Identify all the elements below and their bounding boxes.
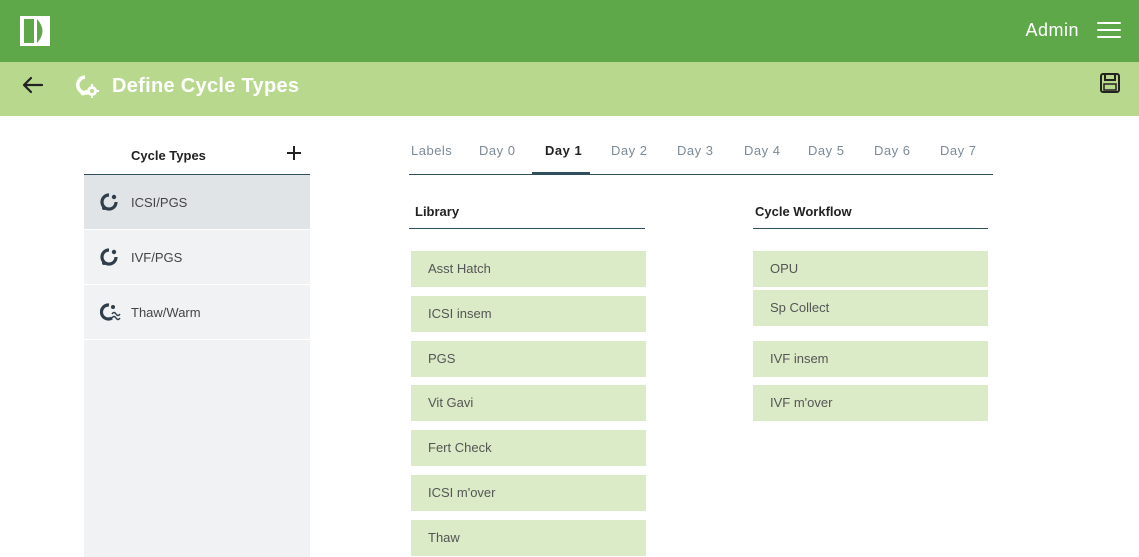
workflow-divider (753, 228, 988, 229)
library-item-label: ICSI m'over (428, 485, 496, 500)
tab-day-0[interactable]: Day 0 (479, 143, 515, 158)
page-title: Define Cycle Types (112, 75, 300, 97)
workflow-item-label: Sp Collect (770, 300, 830, 315)
tab-day-3[interactable]: Day 3 (677, 143, 713, 158)
library-title: Library (415, 204, 460, 219)
workflow-item[interactable]: Sp Collect (753, 290, 988, 326)
sidebar-item-label: IVF/PGS (131, 250, 183, 265)
top-bar (0, 0, 1139, 62)
tab-labels[interactable]: Labels (411, 143, 452, 158)
cycle-icon (100, 248, 118, 266)
cycle-settings-icon (74, 73, 102, 101)
tab-day-5[interactable]: Day 5 (808, 143, 844, 158)
add-cycle-type-icon[interactable] (286, 145, 302, 161)
library-item[interactable]: Asst Hatch (411, 251, 646, 287)
app-logo-icon[interactable] (20, 16, 50, 46)
tab-day-1[interactable]: Day 1 (545, 143, 582, 158)
tab-day-6[interactable]: Day 6 (874, 143, 910, 158)
active-tab-indicator (532, 172, 590, 175)
workflow-title: Cycle Workflow (755, 204, 852, 219)
hamburger-menu-icon[interactable] (1097, 22, 1121, 40)
tabs-divider (409, 174, 993, 175)
sidebar-header (84, 116, 310, 175)
sidebar-item-ivf-pgs[interactable]: IVF/PGS (84, 230, 310, 285)
workflow-item[interactable]: IVF insem (753, 341, 988, 377)
cycle-icon (100, 193, 118, 211)
library-item-label: ICSI insem (428, 306, 492, 321)
cycle-thaw-icon (100, 303, 121, 321)
workflow-item[interactable]: IVF m'over (753, 385, 988, 421)
library-item-label: Fert Check (428, 440, 492, 455)
tab-day-4[interactable]: Day 4 (744, 143, 780, 158)
workflow-item[interactable]: OPU (753, 251, 988, 287)
workflow-item-label: IVF insem (770, 351, 829, 366)
sidebar-item-label: ICSI/PGS (131, 195, 188, 210)
library-divider (409, 228, 645, 229)
sidebar-item-thaw-warm[interactable]: Thaw/Warm (84, 285, 310, 340)
library-item[interactable]: ICSI insem (411, 296, 646, 332)
tab-day-2[interactable]: Day 2 (611, 143, 647, 158)
library-item[interactable]: Thaw (411, 520, 646, 556)
save-icon[interactable] (1099, 72, 1121, 94)
library-item-label: Vit Gavi (428, 395, 474, 410)
sidebar-item-label: Thaw/Warm (131, 305, 201, 320)
back-arrow-icon[interactable] (20, 73, 44, 97)
library-item[interactable]: PGS (411, 341, 646, 377)
sidebar-item-icsi-pgs[interactable]: ICSI/PGS (84, 175, 310, 230)
library-item-label: Thaw (428, 530, 460, 545)
workflow-item-label: OPU (770, 261, 799, 276)
library-item-label: Asst Hatch (428, 261, 491, 276)
user-name[interactable]: Admin (1025, 20, 1079, 41)
library-item[interactable]: Fert Check (411, 430, 646, 466)
sidebar-title: Cycle Types (131, 148, 206, 163)
workflow-item-label: IVF m'over (770, 395, 833, 410)
library-item[interactable]: ICSI m'over (411, 475, 646, 511)
library-item[interactable]: Vit Gavi (411, 385, 646, 421)
tab-day-7[interactable]: Day 7 (940, 143, 976, 158)
library-item-label: PGS (428, 351, 456, 366)
